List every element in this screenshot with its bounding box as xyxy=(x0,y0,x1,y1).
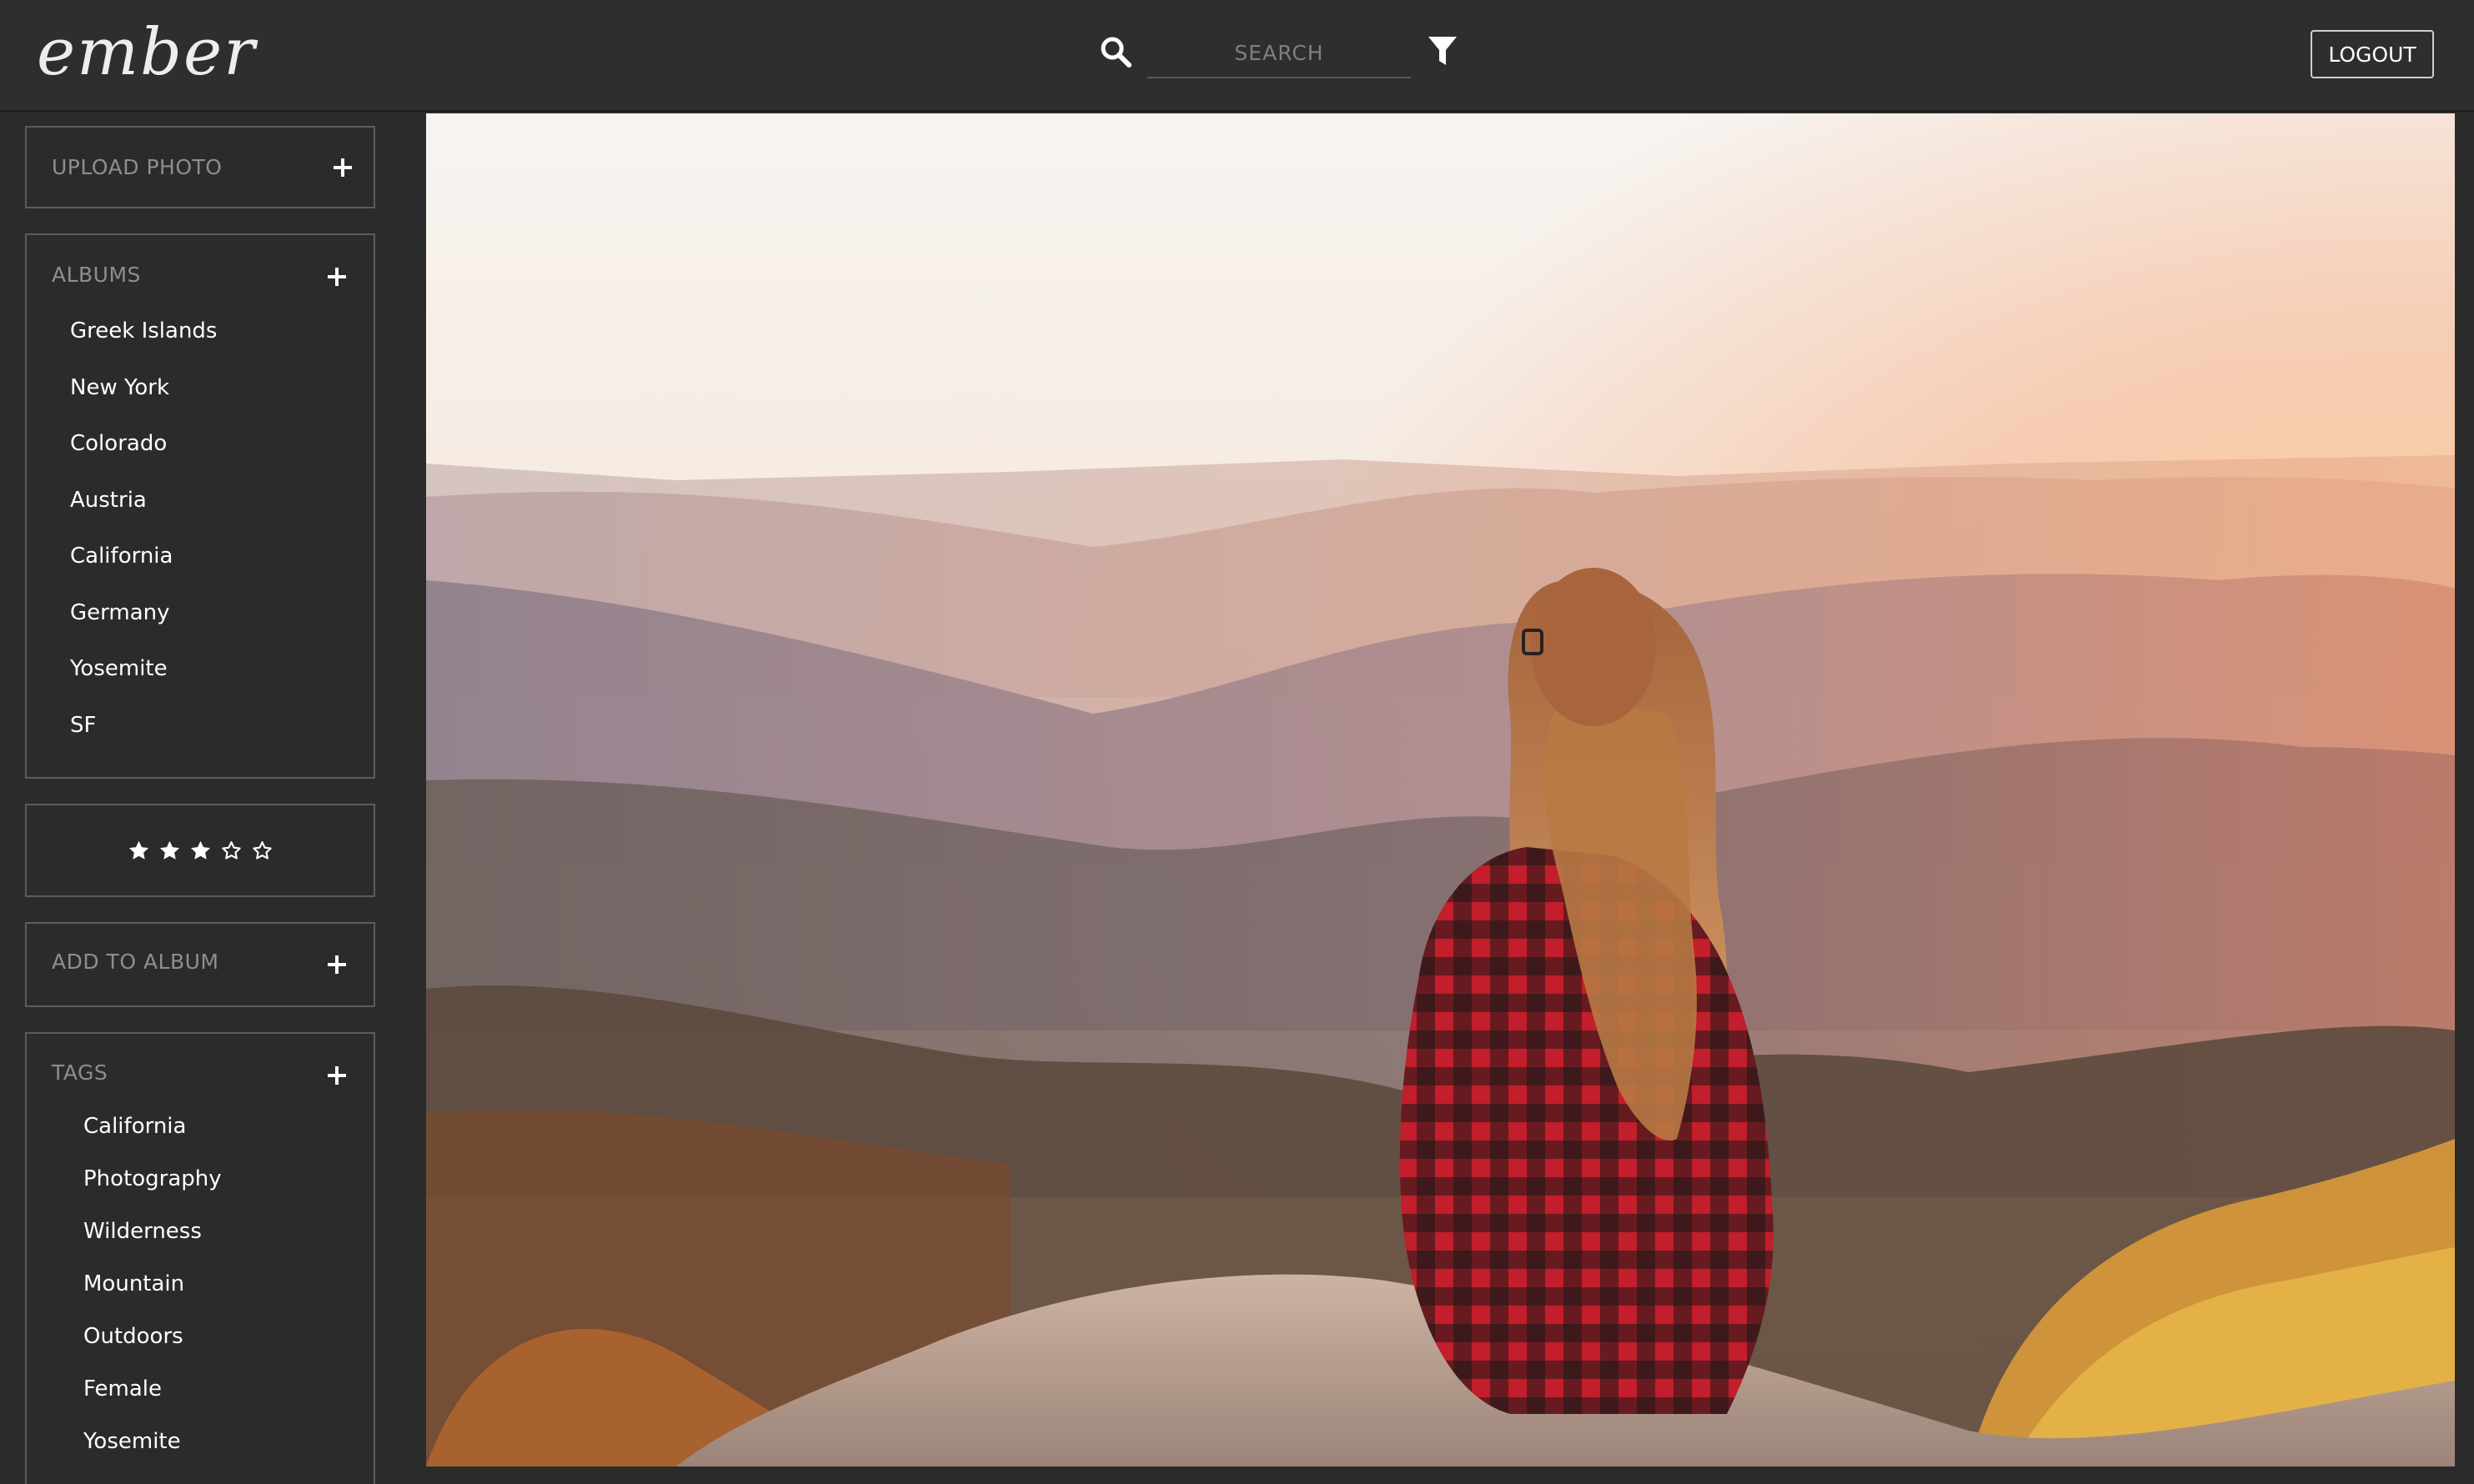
main-photo xyxy=(426,113,2455,1466)
albums-label: ALBUMS xyxy=(52,263,141,287)
star-rating[interactable] xyxy=(27,805,374,895)
album-item[interactable]: Germany xyxy=(70,600,170,625)
tags-label: TAGS xyxy=(52,1060,108,1085)
add-album-plus-icon[interactable] xyxy=(328,268,346,286)
filter-icon[interactable] xyxy=(1428,35,1458,68)
album-item[interactable]: SF xyxy=(70,713,96,738)
plus-icon[interactable] xyxy=(328,955,346,974)
logout-button[interactable]: LOGOUT xyxy=(2311,30,2434,78)
add-to-album-panel[interactable]: ADD TO ALBUM xyxy=(25,922,375,1007)
add-to-album-label: ADD TO ALBUM xyxy=(52,950,219,974)
rating-panel xyxy=(25,804,375,897)
album-item[interactable]: Austria xyxy=(70,488,147,513)
star-filled-icon[interactable] xyxy=(158,840,181,862)
album-item[interactable]: New York xyxy=(70,375,169,400)
tag-item[interactable]: Photography xyxy=(83,1166,222,1191)
search-input[interactable] xyxy=(1147,28,1411,77)
upload-photo-panel[interactable]: UPLOAD PHOTO xyxy=(25,126,375,208)
plus-icon[interactable] xyxy=(334,158,352,177)
top-bar: ember LOGOUT xyxy=(0,0,2474,112)
albums-panel: ALBUMS Greek Islands New York Colorado A… xyxy=(25,233,375,779)
upload-photo-label: UPLOAD PHOTO xyxy=(52,155,223,179)
search-field xyxy=(1147,28,1411,78)
album-item[interactable]: Greek Islands xyxy=(70,318,217,343)
album-item[interactable]: Colorado xyxy=(70,431,167,456)
tag-item[interactable]: Mountain xyxy=(83,1271,184,1296)
photo-viewer[interactable] xyxy=(426,113,2455,1466)
app-logo[interactable]: ember xyxy=(37,7,257,98)
star-filled-icon[interactable] xyxy=(128,840,150,862)
tag-item[interactable]: Female xyxy=(83,1376,162,1401)
star-outline-icon[interactable] xyxy=(220,840,243,862)
star-filled-icon[interactable] xyxy=(189,840,212,862)
tag-item[interactable]: Yosemite xyxy=(83,1429,181,1454)
tag-item[interactable]: Outdoors xyxy=(83,1324,183,1349)
tag-item[interactable]: Wilderness xyxy=(83,1219,202,1244)
tag-item[interactable]: California xyxy=(83,1114,186,1139)
add-tag-plus-icon[interactable] xyxy=(328,1066,346,1085)
star-outline-icon[interactable] xyxy=(251,840,273,862)
album-item[interactable]: Yosemite xyxy=(70,656,168,681)
search-icon[interactable] xyxy=(1099,35,1132,68)
tags-panel: TAGS California Photography Wilderness M… xyxy=(25,1032,375,1484)
album-item[interactable]: California xyxy=(70,544,173,569)
